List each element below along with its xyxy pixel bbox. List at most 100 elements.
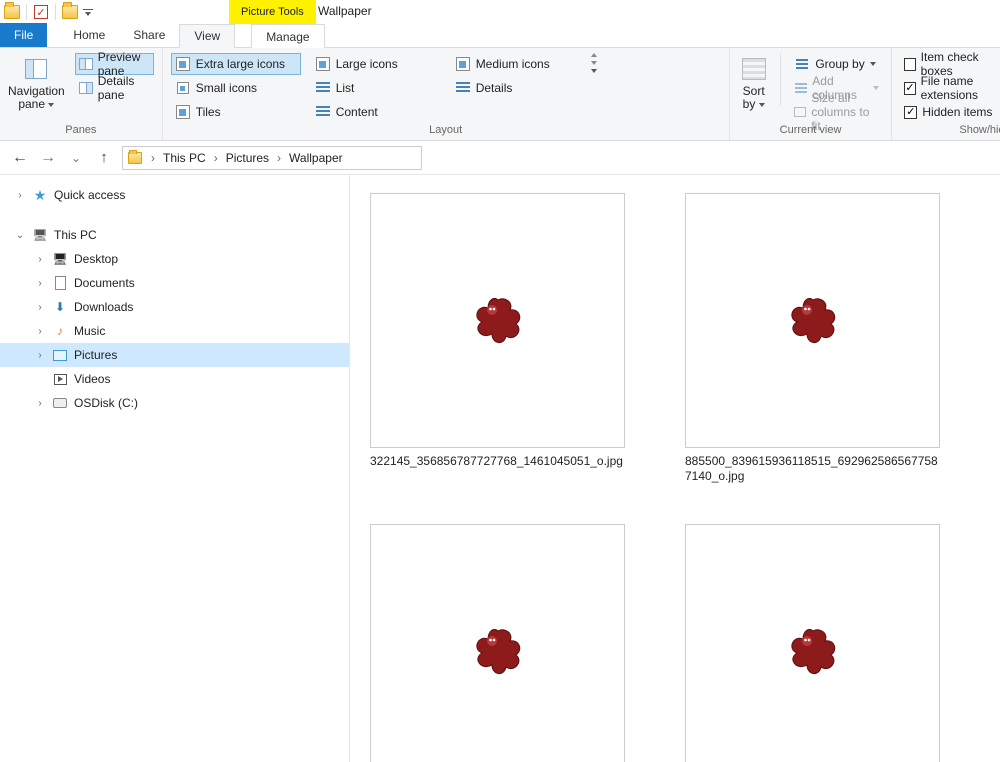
navigation-pane-button[interactable]: Navigationpane	[8, 51, 65, 111]
tree-videos[interactable]: Videos	[0, 367, 349, 391]
history-dropdown[interactable]	[66, 148, 86, 168]
new-folder-icon[interactable]	[61, 3, 79, 21]
group-by-button[interactable]: Group by	[790, 53, 883, 75]
layout-details[interactable]: Details	[451, 77, 581, 99]
qat-separator	[55, 4, 56, 20]
large-icons-icon	[315, 56, 331, 72]
navigation-pane-icon	[20, 55, 52, 83]
expand-icon[interactable]	[34, 301, 46, 313]
item-check-boxes-toggle[interactable]: Item check boxes	[900, 53, 1000, 75]
expand-icon[interactable]	[34, 277, 46, 289]
breadcrumb-separator[interactable]	[273, 151, 285, 165]
up-button[interactable]	[94, 148, 114, 168]
layout-spacer	[451, 101, 581, 123]
expand-icon[interactable]	[14, 189, 26, 201]
preview-pane-button[interactable]: Preview pane	[75, 53, 154, 75]
size-columns-button[interactable]: Size all columns to fit	[790, 101, 883, 123]
tab-view[interactable]: View	[179, 24, 235, 48]
tree-label: This PC	[54, 228, 97, 242]
file-item[interactable]: 1025969_678872562192854_5200167948916129…	[370, 524, 625, 762]
breadcrumb-separator[interactable]	[147, 151, 159, 165]
collapse-icon[interactable]	[14, 229, 26, 241]
hidden-items-toggle[interactable]: Hidden items	[900, 101, 1000, 123]
navigation-tree: ★ Quick access 🖥 This PC 🖥 Desktop Docum…	[0, 175, 350, 762]
quick-access-icon: ★	[32, 187, 48, 203]
layout-details-label: Details	[476, 81, 513, 95]
ribbon-tabs: File Home Share View Manage	[0, 24, 1000, 48]
tree-quick-access[interactable]: ★ Quick access	[0, 183, 349, 207]
tab-manage[interactable]: Manage	[251, 24, 324, 48]
tree-label: Documents	[74, 276, 135, 290]
placeholder-image-icon	[474, 629, 522, 675]
quick-access-toolbar: ✓	[0, 3, 94, 21]
properties-icon[interactable]: ✓	[32, 3, 50, 21]
layout-extra-large-icons[interactable]: Extra large icons	[171, 53, 301, 75]
expand-icon[interactable]	[34, 349, 46, 361]
tree-pictures[interactable]: Pictures	[0, 343, 349, 367]
qat-overflow-button[interactable]	[82, 3, 94, 21]
group-label-panes: Panes	[8, 124, 154, 140]
placeholder-image-icon	[789, 629, 837, 675]
videos-icon	[52, 371, 68, 387]
app-folder-icon[interactable]	[3, 3, 21, 21]
layout-large-icons[interactable]: Large icons	[311, 53, 441, 75]
sort-icon	[738, 55, 770, 83]
sort-label2: by	[743, 97, 756, 111]
tab-share[interactable]: Share	[119, 23, 179, 47]
file-name: 322145_356856787727768_1461045051_o.jpg	[370, 454, 625, 469]
layout-list[interactable]: List	[311, 77, 441, 99]
tree-music[interactable]: ♪ Music	[0, 319, 349, 343]
expand-icon[interactable]	[34, 253, 46, 265]
ribbon: Navigationpane Preview pane Details pane…	[0, 48, 1000, 141]
tab-home[interactable]: Home	[59, 23, 119, 47]
breadcrumb-pictures[interactable]: Pictures	[226, 151, 269, 165]
forward-button[interactable]	[38, 148, 58, 168]
group-by-label: Group by	[815, 57, 864, 71]
desktop-icon: 🖥	[52, 251, 68, 267]
file-thumbnail	[685, 524, 940, 762]
details-pane-button[interactable]: Details pane	[75, 77, 154, 99]
medium-icons-icon	[455, 56, 471, 72]
breadcrumb-separator[interactable]	[210, 151, 222, 165]
address-bar[interactable]: This PC Pictures Wallpaper	[122, 146, 422, 170]
layout-expand-icon[interactable]	[591, 69, 597, 73]
tree-this-pc[interactable]: 🖥 This PC	[0, 223, 349, 247]
explorer-body: ★ Quick access 🖥 This PC 🖥 Desktop Docum…	[0, 175, 1000, 762]
file-item[interactable]: 1421189_719825894764187_4178926619453368…	[685, 524, 940, 762]
chevron-down-icon	[759, 103, 765, 107]
back-button[interactable]	[10, 148, 30, 168]
tree-downloads[interactable]: ⬇ Downloads	[0, 295, 349, 319]
file-item[interactable]: 322145_356856787727768_1461045051_o.jpg	[370, 193, 625, 484]
file-thumbnail	[370, 524, 625, 762]
file-extensions-toggle[interactable]: File name extensions	[900, 77, 1000, 99]
content-icon	[315, 104, 331, 120]
group-by-icon	[794, 56, 810, 72]
thumbnail-grid: 322145_356856787727768_1461045051_o.jpg …	[370, 193, 980, 762]
expand-icon[interactable]	[34, 397, 46, 409]
tree-desktop[interactable]: 🖥 Desktop	[0, 247, 349, 271]
tree-osdisk[interactable]: OSDisk (C:)	[0, 391, 349, 415]
tab-file[interactable]: File	[0, 23, 47, 47]
expand-icon[interactable]	[34, 325, 46, 337]
sort-label1: Sort	[743, 84, 765, 98]
layout-small-icons[interactable]: Small icons	[171, 77, 301, 99]
file-item[interactable]: 885500_839615936118515_69296258656775871…	[685, 193, 940, 484]
layout-medium-icons[interactable]: Medium icons	[451, 53, 581, 75]
tree-documents[interactable]: Documents	[0, 271, 349, 295]
chevron-down-icon	[870, 62, 876, 66]
documents-icon	[52, 275, 68, 291]
file-extensions-label: File name extensions	[921, 74, 1000, 102]
music-icon: ♪	[52, 323, 68, 339]
content-area[interactable]: 322145_356856787727768_1461045051_o.jpg …	[350, 175, 1000, 762]
file-name: 885500_839615936118515_69296258656775871…	[685, 454, 940, 484]
list-icon	[315, 80, 331, 96]
details-pane-label: Details pane	[98, 74, 150, 102]
breadcrumb-this-pc[interactable]: This PC	[163, 151, 206, 165]
layout-content[interactable]: Content	[311, 101, 441, 123]
sort-by-button[interactable]: Sortby	[738, 51, 770, 111]
downloads-icon: ⬇	[52, 299, 68, 315]
layout-tiles[interactable]: Tiles	[171, 101, 301, 123]
address-folder-icon	[127, 150, 143, 166]
layout-scroll-up-icon[interactable]	[591, 53, 597, 57]
breadcrumb-wallpaper[interactable]: Wallpaper	[289, 151, 343, 165]
